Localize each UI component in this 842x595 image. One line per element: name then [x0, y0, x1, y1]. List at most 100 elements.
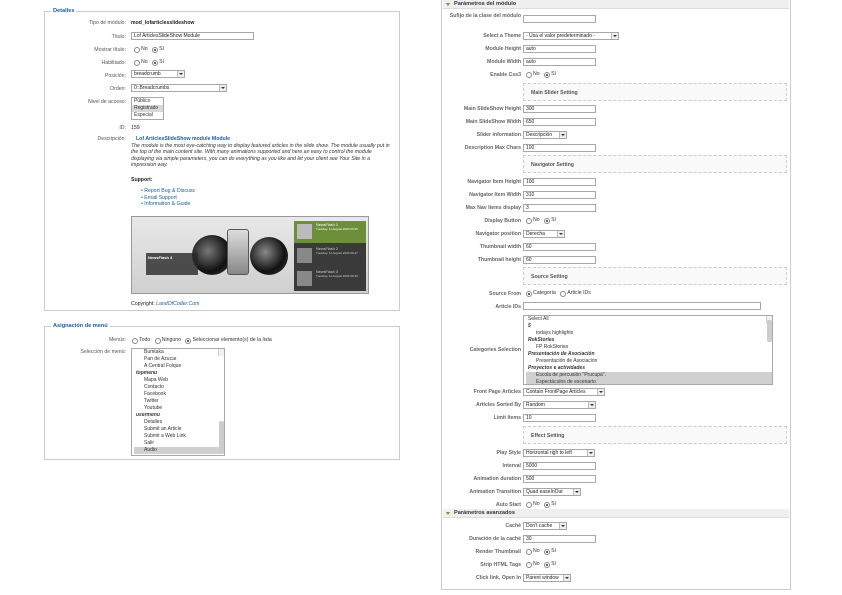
chevron-down-icon — [559, 523, 566, 529]
acceso-option[interactable]: Especial — [132, 112, 163, 119]
anim-transition-select[interactable]: Quad easeInOut — [523, 488, 581, 496]
listbox-scrollbar[interactable] — [766, 316, 772, 342]
module-width-input[interactable]: auto — [523, 58, 596, 66]
sorted-by-select[interactable]: Random — [523, 401, 596, 409]
menu-list-item[interactable]: Youtube — [134, 405, 224, 412]
category-list-item[interactable]: Select All — [526, 316, 772, 323]
play-style-select[interactable]: Horizontal righ to left — [523, 449, 595, 457]
menu-list-item[interactable]: A Central Folque — [134, 363, 224, 370]
category-list-item[interactable]: todays highlights — [526, 330, 772, 337]
nav-height-input[interactable]: 100 — [523, 178, 596, 186]
theme-select[interactable]: - Usa el valor predeterminado - — [523, 32, 619, 40]
auto-start-no-radio[interactable] — [526, 501, 532, 508]
categories-listbox[interactable]: Select All 5 todays highlights RokStories FP… — [523, 315, 773, 385]
css3-si-radio[interactable] — [544, 71, 551, 78]
render-thumb-si-radio[interactable] — [544, 548, 551, 555]
category-list-item[interactable]: Presentación de Asociación — [526, 358, 772, 365]
menu-list-item[interactable]: Mapa Web — [134, 377, 224, 384]
copyright-link[interactable]: LandOfCoder.Com — [156, 301, 199, 307]
menu-selection-listbox[interactable]: Bumtaka Pan de Azucar A Central Folque topm… — [131, 348, 225, 456]
render-thumb-no-radio[interactable] — [526, 548, 532, 555]
menu-list-item[interactable]: Submit a Web Link — [134, 433, 224, 440]
slider-info-select[interactable]: Descripción — [523, 131, 567, 139]
titulo-input[interactable]: Lof ArticlesSlideShow Module — [131, 32, 254, 40]
cache-duration-input[interactable]: 30 — [523, 535, 596, 543]
thumb-width-input[interactable]: 60 — [523, 243, 596, 251]
source-categoria-radio[interactable] — [526, 290, 532, 297]
habilitado-si-radio[interactable] — [152, 59, 159, 66]
info-guide-link[interactable]: • Information & Guide — [141, 201, 195, 208]
email-support-link[interactable]: • Email Support — [141, 195, 195, 202]
acceso-option[interactable]: Registrado — [132, 105, 163, 112]
auto-start-si-radio[interactable] — [544, 501, 551, 508]
menu-list-item[interactable]: topmenu — [134, 370, 224, 377]
strip-si-radio[interactable] — [544, 561, 551, 568]
params-header[interactable]: Parámetros del módulo — [443, 0, 789, 9]
cache-select[interactable]: Don't cache — [523, 522, 567, 530]
thumbnail-image — [297, 248, 312, 263]
expand-arrow-icon — [446, 3, 450, 6]
titulo-label: Título: — [111, 34, 126, 40]
ms-width-input[interactable]: 650 — [523, 118, 596, 126]
front-page-select[interactable]: Contain FrontPage Articles — [523, 388, 605, 396]
menu-list-item[interactable]: Contacto — [134, 384, 224, 391]
display-button-no-radio[interactable] — [526, 217, 532, 224]
habilitado-label: Habilitado: — [101, 60, 126, 66]
mostrar-radios: No Sí — [134, 46, 167, 54]
ms-height-input[interactable]: 300 — [523, 105, 596, 113]
category-list-item[interactable]: Presentación de Asociación — [526, 351, 772, 358]
report-bug-link[interactable]: • Report Bug & Discuss — [141, 188, 195, 195]
limit-items-input[interactable]: 10 — [523, 414, 596, 422]
module-preview-image: NewsFlash 4 NewsFlash 1 Tuesday, 11 Augu… — [131, 216, 369, 294]
category-list-item[interactable]: Espectáculos de escenario — [526, 379, 772, 384]
menu-list-item[interactable]: Submit an Article — [134, 426, 224, 433]
categories-items: Select All 5 todays highlights RokStories FP… — [524, 316, 772, 384]
menu-list-item[interactable]: Salir — [134, 440, 224, 447]
css3-no-radio[interactable] — [526, 71, 532, 78]
phone-graphic — [227, 229, 249, 275]
support-links: • Report Bug & Discuss • Email Support •… — [141, 188, 195, 208]
category-list-item[interactable]: Proyectos e actividades — [526, 365, 772, 372]
menu-list-item[interactable]: Facebook — [134, 391, 224, 398]
effect-section: Effect Setting — [523, 426, 787, 444]
mostrar-si-radio[interactable] — [152, 46, 159, 53]
nav-position-select[interactable]: Derecha — [523, 230, 565, 238]
article-ids-input[interactable] — [523, 302, 761, 310]
advanced-header[interactable]: Parámetros avanzados — [443, 509, 789, 518]
desc-max-input[interactable]: 100 — [523, 144, 596, 152]
posicion-select[interactable]: breadcrumb — [131, 70, 185, 78]
interval-input[interactable]: 5000 — [523, 462, 596, 470]
menu-list-item[interactable]: Audio — [134, 447, 224, 454]
chevron-down-icon — [559, 132, 566, 138]
category-list-item[interactable]: Escola de percusión "Prucupá". — [526, 372, 772, 379]
menu-list-item[interactable]: usermenu — [134, 412, 224, 419]
listbox-scrollbar[interactable] — [218, 349, 224, 453]
acceso-listbox[interactable]: Público Registrado Especial — [131, 97, 164, 120]
category-list-item[interactable]: FP RokStories — [526, 344, 772, 351]
menus-seleccionar-radio[interactable] — [185, 337, 192, 344]
orden-select[interactable]: 0::Breadcrumbs — [131, 84, 227, 92]
anim-duration-input[interactable]: 500 — [523, 475, 596, 483]
category-list-item[interactable]: RokStories — [526, 337, 772, 344]
source-article-ids-radio[interactable] — [560, 290, 567, 297]
category-list-item[interactable]: 5 — [526, 323, 772, 330]
mostrar-no-radio[interactable] — [134, 46, 140, 53]
click-open-select[interactable]: Parent window — [523, 574, 571, 582]
menu-list-item[interactable]: Pan de Azucar — [134, 356, 224, 363]
menu-list-item[interactable]: Twitter — [134, 398, 224, 405]
thumb-height-input[interactable]: 60 — [523, 256, 596, 264]
strip-no-radio[interactable] — [526, 561, 532, 568]
menus-ninguno-radio[interactable] — [154, 337, 161, 344]
display-button-si-radio[interactable] — [544, 217, 551, 224]
habilitado-no-radio[interactable] — [134, 59, 140, 66]
preview-nav-item: NewsFlash 3 Tuesday, 11 August 2009 06:3… — [294, 268, 366, 290]
nav-width-input[interactable]: 310 — [523, 191, 596, 199]
menu-list-item[interactable]: Detalles — [134, 419, 224, 426]
acceso-option[interactable]: Público — [132, 98, 163, 105]
sufijo-input[interactable] — [523, 15, 596, 23]
menu-list-item[interactable]: Bumtaka — [134, 349, 224, 356]
module-height-input[interactable]: auto — [523, 45, 596, 53]
menus-todo-radio[interactable] — [132, 337, 138, 344]
max-nav-input[interactable]: 3 — [523, 204, 596, 212]
acceso-label: Nivel de acceso: — [87, 99, 126, 105]
